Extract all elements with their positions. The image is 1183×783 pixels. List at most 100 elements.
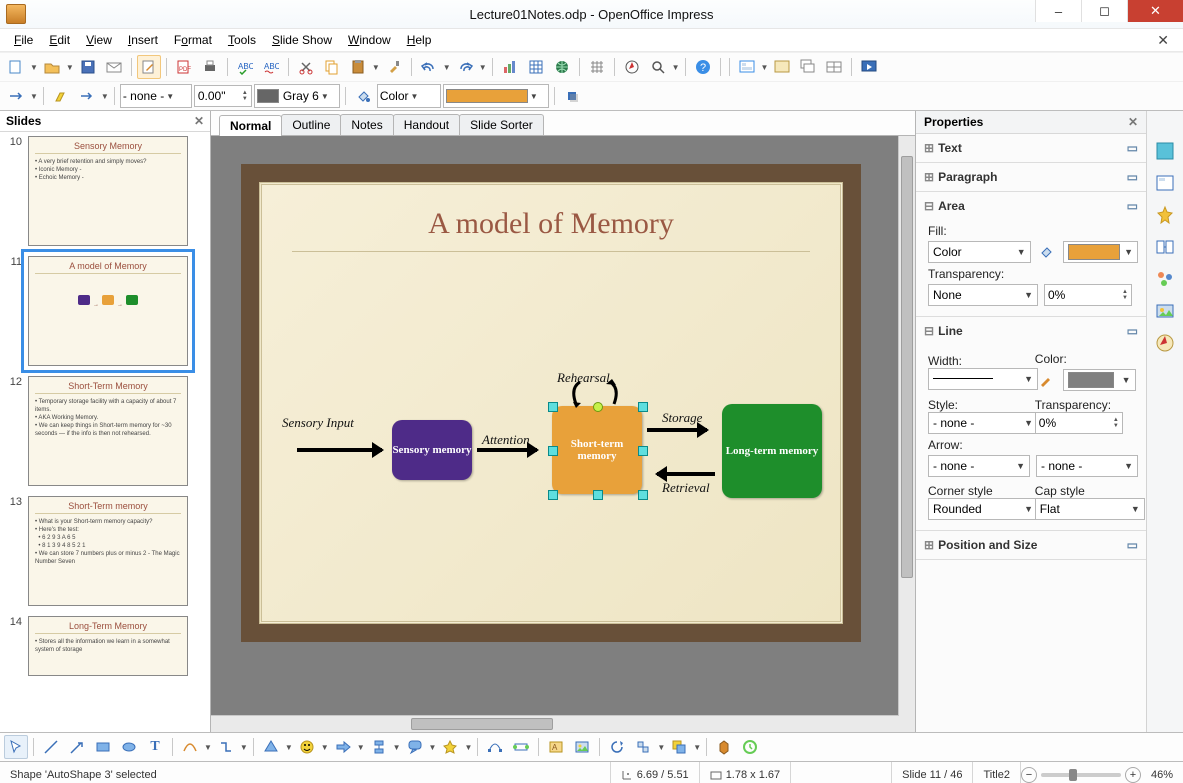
slide-thumbnail[interactable]: A model of Memory → → xyxy=(28,256,188,366)
slide-thumbnail[interactable]: Short-Term memory • What is your Short-t… xyxy=(28,496,188,606)
tab-outline[interactable]: Outline xyxy=(281,114,341,135)
extrusion-button[interactable] xyxy=(712,735,736,759)
curve-tool-button[interactable] xyxy=(178,735,202,759)
section-more-icon[interactable]: ▭ xyxy=(1127,170,1138,184)
text-tool-button[interactable]: T xyxy=(143,735,167,759)
glue-points-button[interactable] xyxy=(509,735,533,759)
dropdown-caret-icon[interactable]: ▼ xyxy=(101,92,109,101)
paste-button[interactable] xyxy=(346,55,370,79)
shadow-button[interactable] xyxy=(560,84,584,108)
line-style-select[interactable]: - none - ▼ xyxy=(120,84,192,108)
save-button[interactable] xyxy=(76,55,100,79)
sidebar-master-pages-icon[interactable] xyxy=(1153,171,1177,195)
line-transparency-spinner[interactable]: 0%▲▼ xyxy=(1035,412,1123,434)
menu-help[interactable]: Help xyxy=(399,31,440,49)
slide-layout-button[interactable] xyxy=(735,55,759,79)
fill-bucket-icon[interactable] xyxy=(1037,241,1058,263)
dropdown-caret-icon[interactable]: ▼ xyxy=(672,63,680,72)
rotate-button[interactable] xyxy=(605,735,629,759)
section-paragraph[interactable]: Paragraph xyxy=(938,170,997,184)
copy-button[interactable] xyxy=(320,55,344,79)
dropdown-caret-icon[interactable]: ▼ xyxy=(443,63,451,72)
section-more-icon[interactable]: ▭ xyxy=(1127,324,1138,338)
new-doc-button[interactable] xyxy=(4,55,28,79)
menu-window[interactable]: Window xyxy=(340,31,399,49)
cut-button[interactable] xyxy=(294,55,318,79)
tab-handout[interactable]: Handout xyxy=(393,114,460,135)
arrange-button[interactable] xyxy=(667,735,691,759)
line-width-select[interactable]: ▼ xyxy=(928,368,1038,390)
zoom-button[interactable] xyxy=(646,55,670,79)
sidebar-styles-icon[interactable] xyxy=(1153,267,1177,291)
help-button[interactable]: ? xyxy=(691,55,715,79)
pencil-icon[interactable] xyxy=(1035,369,1057,391)
dropdown-caret-icon[interactable]: ▼ xyxy=(30,92,38,101)
undo-button[interactable] xyxy=(417,55,441,79)
from-file-button[interactable] xyxy=(570,735,594,759)
highlight-button[interactable] xyxy=(49,84,73,108)
menu-slideshow[interactable]: Slide Show xyxy=(264,31,340,49)
arrow-end-select[interactable]: - none -▼ xyxy=(1036,455,1138,477)
menu-edit[interactable]: Edit xyxy=(41,31,78,49)
arrow-retrieval[interactable] xyxy=(657,472,715,476)
properties-close-icon[interactable]: ✕ xyxy=(1128,115,1138,129)
flowcharts-button[interactable] xyxy=(367,735,391,759)
table-button[interactable] xyxy=(524,55,548,79)
zoom-value[interactable]: 46% xyxy=(1151,769,1173,781)
close-button[interactable]: ✕ xyxy=(1127,0,1183,22)
spellcheck-button[interactable]: ABC xyxy=(233,55,257,79)
section-possize[interactable]: Position and Size xyxy=(938,538,1037,552)
sidebar-navigator-icon[interactable] xyxy=(1153,331,1177,355)
line-tool-button[interactable] xyxy=(39,735,63,759)
chart-button[interactable] xyxy=(498,55,522,79)
corner-style-select[interactable]: Rounded▼ xyxy=(928,498,1038,520)
zoom-slider[interactable] xyxy=(1041,773,1121,777)
auto-spellcheck-button[interactable]: ABC xyxy=(259,55,283,79)
section-more-icon[interactable]: ▭ xyxy=(1127,141,1138,155)
fontwork-button[interactable]: A xyxy=(544,735,568,759)
slide-thumbnail[interactable]: Short-Term Memory • Temporary storage fa… xyxy=(28,376,188,486)
tab-normal[interactable]: Normal xyxy=(219,115,282,136)
menu-tools[interactable]: Tools xyxy=(220,31,264,49)
fill-bucket-button[interactable] xyxy=(351,84,375,108)
arrow-start-select[interactable]: - none -▼ xyxy=(928,455,1030,477)
selection-tool-button[interactable] xyxy=(4,735,28,759)
format-paintbrush-button[interactable] xyxy=(382,55,406,79)
stars-button[interactable] xyxy=(438,735,462,759)
email-button[interactable] xyxy=(102,55,126,79)
open-button[interactable] xyxy=(40,55,64,79)
edit-mode-button[interactable] xyxy=(137,55,161,79)
slides-panel-close-icon[interactable]: ✕ xyxy=(194,114,204,128)
vertical-scrollbar[interactable] xyxy=(898,136,915,732)
section-text[interactable]: Text xyxy=(938,141,962,155)
connectors-button[interactable] xyxy=(214,735,238,759)
arrow-storage[interactable] xyxy=(647,428,707,432)
export-pdf-button[interactable]: PDF xyxy=(172,55,196,79)
arrow-line-button[interactable] xyxy=(65,735,89,759)
cap-style-select[interactable]: Flat▼ xyxy=(1035,498,1145,520)
zoom-in-button[interactable]: + xyxy=(1125,767,1141,783)
transparency-spinner[interactable]: 0%▲▼ xyxy=(1044,284,1132,306)
box-sensory[interactable]: Sensory memory xyxy=(392,420,472,480)
sidebar-custom-animation-icon[interactable] xyxy=(1153,203,1177,227)
slide-thumbnail[interactable]: Sensory Memory • A very brief retention … xyxy=(28,136,188,246)
dropdown-caret-icon[interactable]: ▼ xyxy=(66,63,74,72)
line-color-select[interactable]: Gray 6 ▼ xyxy=(254,84,340,108)
section-more-icon[interactable]: ▭ xyxy=(1127,538,1138,552)
symbol-shapes-button[interactable] xyxy=(295,735,319,759)
callouts-button[interactable] xyxy=(403,735,427,759)
slide-design-button[interactable] xyxy=(770,55,794,79)
box-longterm[interactable]: Long-term memory xyxy=(722,404,822,498)
ellipse-tool-button[interactable] xyxy=(117,735,141,759)
arrow-attention[interactable] xyxy=(477,448,537,452)
menu-format[interactable]: Format xyxy=(166,31,220,49)
duplicate-slide-button[interactable] xyxy=(796,55,820,79)
box-shortterm[interactable]: Short-term memory xyxy=(552,406,642,494)
dropdown-caret-icon[interactable]: ▼ xyxy=(372,63,380,72)
navigator-button[interactable] xyxy=(620,55,644,79)
arrow-rehearsal-loop[interactable] xyxy=(570,378,620,410)
slide-thumbnail[interactable]: Long-Term Memory • Stores all the inform… xyxy=(28,616,188,676)
minimize-button[interactable]: – xyxy=(1035,0,1081,22)
close-document-button[interactable]: ✕ xyxy=(1149,32,1177,49)
arrow-input[interactable] xyxy=(297,448,382,452)
